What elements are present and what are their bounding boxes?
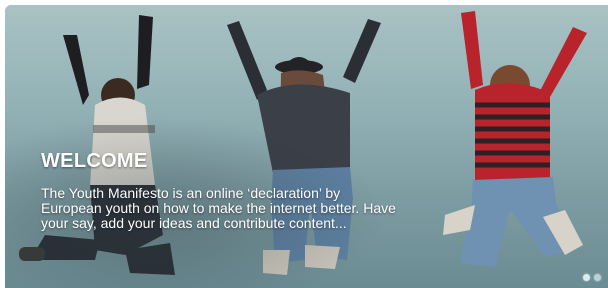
slide-title: WELCOME (41, 150, 148, 172)
hero-slider: WELCOME The Youth Manifesto is an online… (5, 5, 608, 288)
slider-pagination (583, 274, 601, 281)
caption-overlay (5, 5, 608, 288)
slider-dot-1[interactable] (583, 274, 590, 281)
slider-dot-2[interactable] (594, 274, 601, 281)
slide-description: The Youth Manifesto is an online ‘declar… (41, 185, 396, 231)
